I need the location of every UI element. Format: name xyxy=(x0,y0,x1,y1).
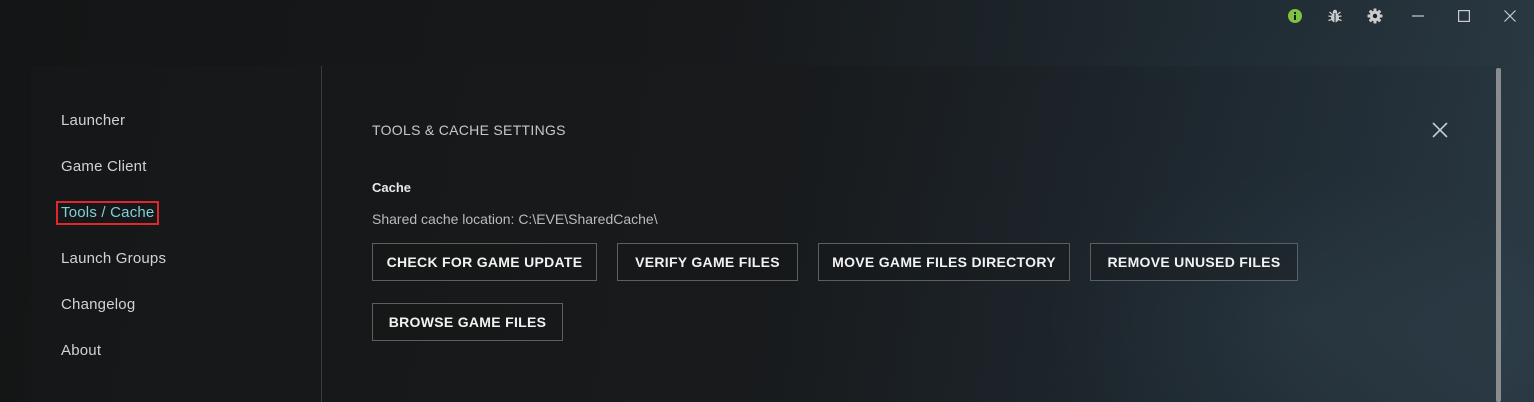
sidebar-item-launcher[interactable]: Launcher xyxy=(61,112,125,130)
sidebar-item-changelog[interactable]: Changelog xyxy=(61,296,135,314)
close-icon[interactable] xyxy=(1490,0,1530,32)
sidebar-item-about[interactable]: About xyxy=(61,342,101,360)
browse-game-files-button[interactable]: BROWSE GAME FILES xyxy=(372,303,563,341)
gear-icon[interactable] xyxy=(1355,0,1395,32)
close-settings-button[interactable] xyxy=(1430,120,1450,140)
section-heading-cache: Cache xyxy=(372,180,412,195)
check-for-game-update-button[interactable]: CHECK FOR GAME UPDATE xyxy=(372,243,597,281)
close-x-icon xyxy=(1432,122,1448,138)
maximize-icon[interactable] xyxy=(1444,0,1484,32)
sidebar-item-tools-cache[interactable]: Tools / Cache xyxy=(55,201,160,225)
settings-content: TOOLS & CACHE SETTINGS Cache Shared cach… xyxy=(372,66,1472,402)
sidebar-item-launch-groups[interactable]: Launch Groups xyxy=(61,250,166,268)
settings-panel: Launcher Game Client Tools / Cache Launc… xyxy=(31,66,1501,402)
scrollbar[interactable] xyxy=(1496,68,1501,402)
settings-sidebar: Launcher Game Client Tools / Cache Launc… xyxy=(31,66,322,402)
minimize-icon[interactable] xyxy=(1398,0,1438,32)
move-game-files-directory-button[interactable]: MOVE GAME FILES DIRECTORY xyxy=(818,243,1070,281)
verify-game-files-button[interactable]: VERIFY GAME FILES xyxy=(617,243,798,281)
page-title: TOOLS & CACHE SETTINGS xyxy=(372,122,566,138)
title-bar xyxy=(0,0,1534,32)
info-icon[interactable] xyxy=(1275,0,1315,32)
shared-cache-location: Shared cache location: C:\EVE\SharedCach… xyxy=(372,211,658,227)
bug-icon[interactable] xyxy=(1315,0,1355,32)
remove-unused-files-button[interactable]: REMOVE UNUSED FILES xyxy=(1090,243,1298,281)
sidebar-item-game-client[interactable]: Game Client xyxy=(61,158,147,176)
